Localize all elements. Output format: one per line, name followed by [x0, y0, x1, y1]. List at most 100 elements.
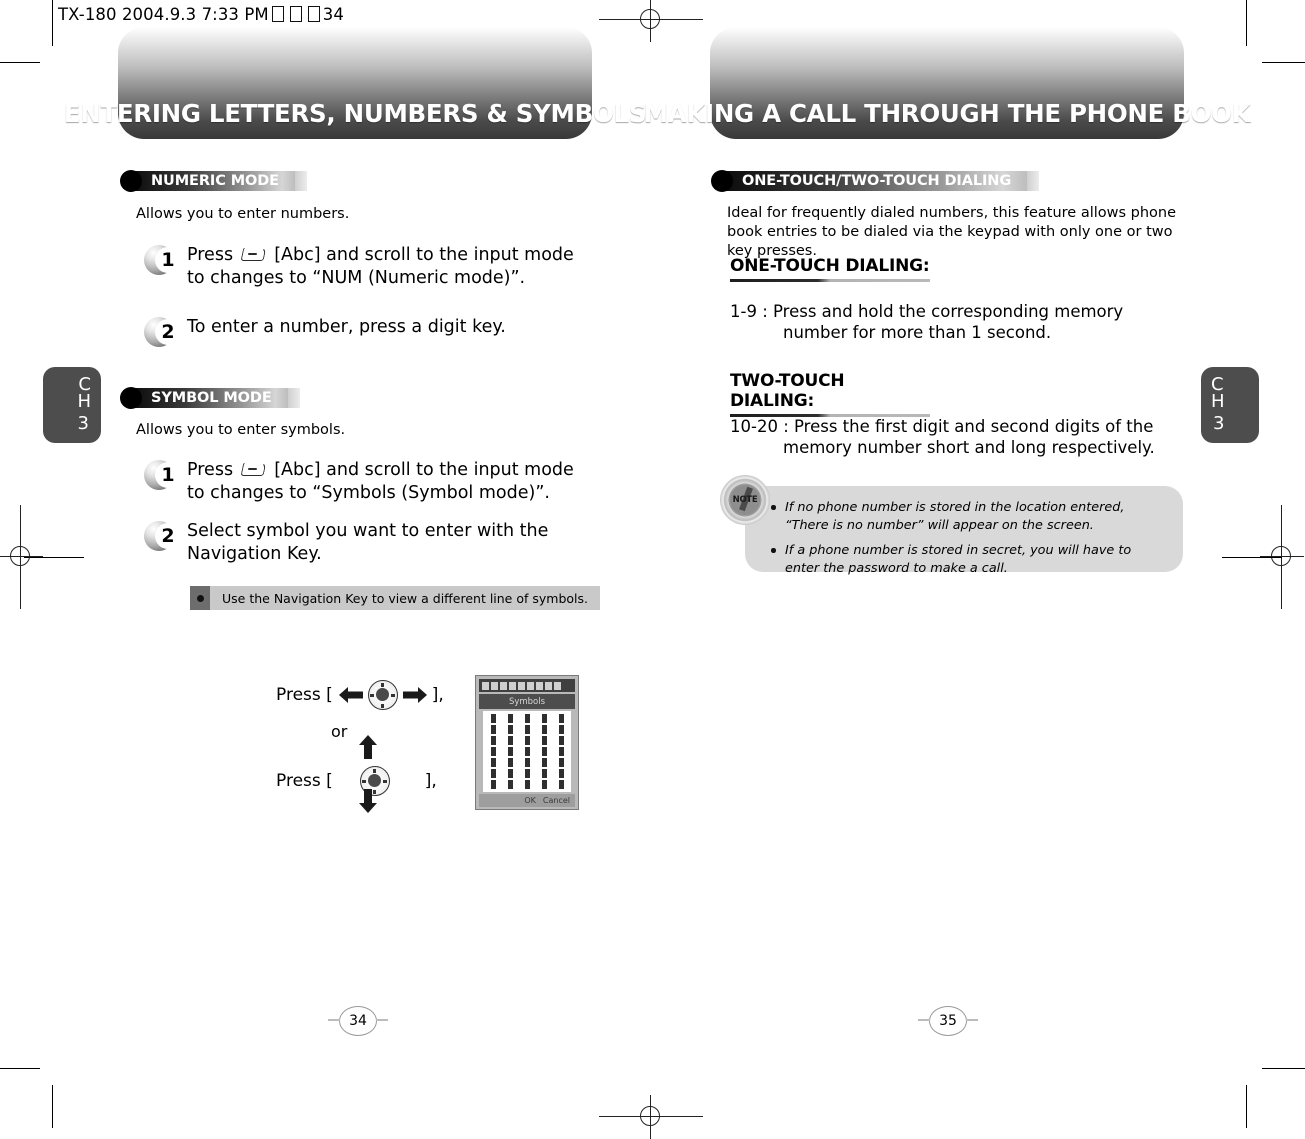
chapter-tab-label: C H: [77, 376, 91, 413]
scan-header: TX-180 2004.9.3 7:33 PM 34: [58, 5, 344, 24]
phone-screenshot-symbols: Symbols OK Cancel: [475, 675, 579, 810]
status-icon: [509, 681, 516, 690]
missing-glyph-icon: [271, 6, 284, 22]
step-text: Select symbol you want to enter with the…: [187, 521, 549, 565]
left-page-title: ENTERING LETTERS, NUMBERS & SYMBOLS: [63, 99, 647, 128]
right-page-title: MAKING A CALL THROUGH THE PHONE BOOK: [643, 99, 1251, 128]
dialing-intro: Ideal for frequently dialed numbers, thi…: [727, 205, 1177, 260]
section-bar-numeric-mode: NUMERIC MODE: [120, 170, 307, 192]
crop-mark-bottom-left-vertical: [52, 1085, 53, 1128]
phone-symbol-grid: [483, 711, 571, 792]
step-text: To enter a number, press a digit key.: [187, 317, 506, 337]
numeric-mode-intro: Allows you to enter numbers.: [136, 206, 350, 222]
status-icon: [491, 681, 498, 690]
section-bar-tail: [295, 171, 307, 191]
gutter-mark-right: [1222, 557, 1282, 558]
right-page-title-banner: MAKING A CALL THROUGH THE PHONE BOOK: [644, 27, 1251, 139]
step-number: 2: [161, 525, 175, 547]
section-bar-tail: [287, 388, 300, 408]
note-item: If a phone number is stored in secret, y…: [771, 542, 1165, 578]
status-icon: [500, 681, 507, 690]
step-number: 1: [161, 249, 175, 271]
left-page-title-banner: ENTERING LETTERS, NUMBERS & SYMBOLS: [64, 27, 647, 139]
step-text-before: Press: [187, 460, 234, 480]
step-number: 1: [161, 464, 175, 486]
scan-header-text: TX-180 2004.9.3 7:33 PM: [58, 5, 269, 24]
subheading-label: TWO-TOUCH DIALING:: [730, 371, 845, 411]
press-label: Press [: [276, 771, 333, 791]
step-badge-1: 1: [144, 460, 182, 492]
arrow-left-icon: [338, 687, 363, 703]
subheading-label: ONE-TOUCH DIALING:: [730, 256, 930, 276]
page-number-left: 34: [328, 1006, 388, 1036]
page-number-right: 35: [918, 1006, 978, 1036]
tip-bullet-icon: [190, 586, 210, 610]
section-bar-one-two-touch-dialing: ONE-TOUCH/TWO-TOUCH DIALING: [711, 170, 1040, 192]
signal-icon: [482, 681, 489, 690]
chapter-tab-number: 3: [77, 413, 89, 434]
status-icon: [545, 681, 552, 690]
navigation-key-icon: [367, 680, 398, 710]
two-touch-range: 10-20 :: [730, 417, 789, 436]
navigation-key-tip: Use the Navigation Key to view a differe…: [190, 586, 613, 610]
phone-screen-title: Symbols: [479, 694, 575, 709]
one-touch-line2: number for more than 1 second.: [783, 323, 1052, 343]
crop-mark-top-left-vertical: [52, 0, 53, 46]
section-bar-tail: [1027, 171, 1040, 191]
phone-softkey-cancel: Cancel: [542, 796, 570, 805]
step-badge-2: 2: [144, 317, 182, 349]
one-touch-range: 1-9 :: [730, 302, 768, 321]
step-text: Press [Abc] and scroll to the input mode…: [182, 459, 594, 506]
step-badge-1: 1: [144, 245, 182, 277]
status-icon: [536, 681, 543, 690]
subheading-one-touch-dialing: ONE-TOUCH DIALING:: [730, 256, 930, 282]
manual-page-spread: TX-180 2004.9.3 7:33 PM 34 ENTERING LETTE…: [0, 0, 1305, 1139]
crop-mark-bottom-right-horizontal: [1262, 1068, 1305, 1069]
note-icon: NOTE: [720, 475, 770, 525]
bullet-dot-icon: [120, 387, 142, 409]
chapter-tab-right: C H 3: [1201, 367, 1259, 443]
phone-status-bar: [479, 679, 575, 692]
chapter-letter-h: H: [77, 391, 91, 413]
missing-glyph-icon: [307, 6, 320, 22]
registration-mark-top-center: [599, 0, 703, 42]
tip-text: Use the Navigation Key to view a differe…: [222, 590, 588, 606]
subheading-rule: [730, 279, 930, 282]
phone-softkey-ok: OK: [524, 796, 536, 805]
registration-mark-bottom-center: [599, 1095, 703, 1139]
note-item: If no phone number is stored in the loca…: [771, 499, 1165, 535]
symbol-step-1: 1 Press [Abc] and scroll to the input mo…: [144, 459, 594, 506]
note-icon-label: NOTE: [732, 495, 758, 505]
chapter-letter-h: H: [1211, 391, 1225, 413]
chapter-tab-left: C H 3: [43, 367, 101, 443]
two-touch-line2: memory number short and long respectivel…: [783, 438, 1155, 458]
status-icon: [527, 681, 534, 690]
chapter-tab-label: C H: [1211, 376, 1225, 413]
page-number-value: 34: [349, 1013, 367, 1029]
softkey-abc-icon: [240, 461, 267, 478]
symbol-mode-intro: Allows you to enter symbols.: [136, 422, 346, 438]
step-text: Press [Abc] and scroll to the input mode…: [182, 244, 594, 291]
crop-mark-top-right-vertical: [1246, 0, 1247, 46]
section-bar-label: NUMERIC MODE: [151, 173, 279, 189]
scan-header-page: 34: [322, 5, 344, 24]
two-touch-line1: Press the first digit and second digits …: [794, 417, 1154, 436]
numeric-step-1: 1 Press [Abc] and scroll to the input mo…: [144, 244, 594, 291]
page-number-value: 35: [939, 1013, 957, 1029]
arrow-down-icon: [359, 789, 377, 813]
crop-mark-bottom-left-horizontal: [0, 1068, 40, 1069]
phone-soft-key-bar: OK Cancel: [479, 794, 575, 807]
step-badge-2: 2: [144, 521, 182, 553]
symbol-step-2: 2 Select symbol you want to enter with t…: [144, 520, 594, 567]
bullet-dot-icon: [711, 170, 733, 192]
chapter-tab-number: 3: [1213, 413, 1225, 434]
section-bar-symbol-mode: SYMBOL MODE: [120, 387, 300, 409]
press-close: ],: [424, 771, 437, 791]
battery-icon: [554, 681, 561, 690]
gutter-mark-left: [24, 557, 84, 558]
step-number: 2: [161, 321, 175, 343]
crop-mark-top-left-horizontal: [0, 62, 40, 63]
one-touch-line1: Press and hold the corresponding memory: [773, 302, 1124, 321]
arrow-right-icon: [402, 687, 427, 703]
status-icon: [518, 681, 525, 690]
